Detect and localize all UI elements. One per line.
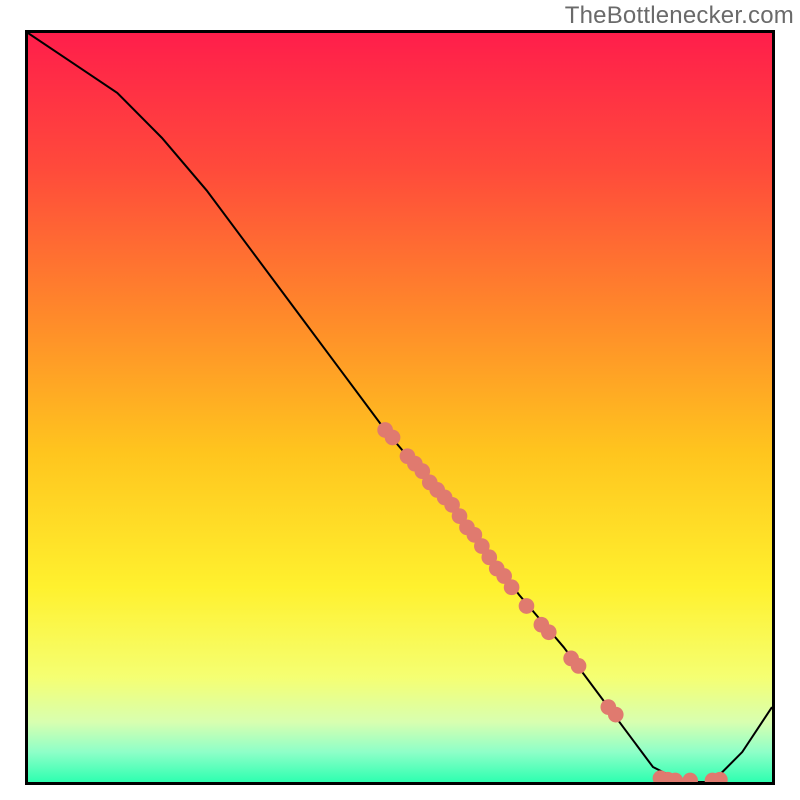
chart-stage: TheBottlenecker.com <box>0 0 800 800</box>
data-point <box>571 658 587 674</box>
data-point <box>385 430 401 446</box>
data-point <box>519 598 535 614</box>
curve-layer <box>28 33 772 782</box>
sample-points <box>377 422 727 782</box>
data-point <box>541 624 557 640</box>
data-point <box>608 707 624 723</box>
data-point <box>682 773 698 782</box>
bottleneck-curve <box>28 33 772 782</box>
plot-frame <box>25 30 775 785</box>
watermark-text: TheBottlenecker.com <box>565 2 794 30</box>
data-point <box>504 579 520 595</box>
